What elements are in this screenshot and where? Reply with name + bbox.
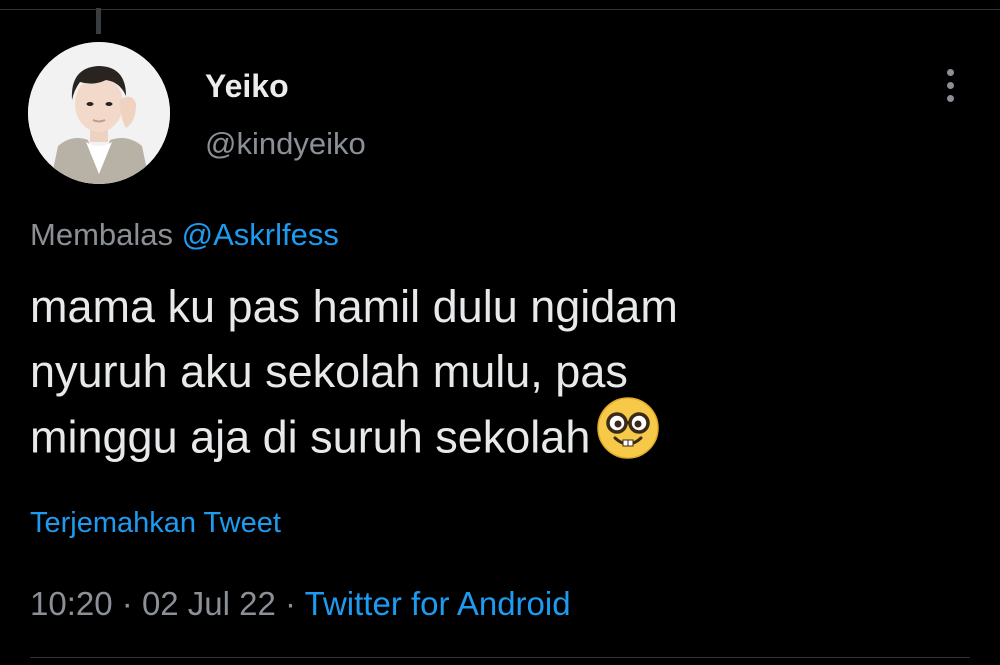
tweet-time[interactable]: 10:20	[30, 585, 113, 622]
more-options-button[interactable]	[930, 62, 970, 108]
tweet-text-line-last: minggu aja di suruh sekolah	[30, 397, 890, 469]
avatar-photo	[28, 42, 170, 184]
translate-tweet-link[interactable]: Terjemahkan Tweet	[30, 503, 281, 543]
tweet-text-line: mama ku pas hamil dulu ngidam	[30, 281, 678, 332]
more-vertical-icon-dot	[946, 81, 954, 89]
tweet-source-link[interactable]: Twitter for Android	[305, 585, 571, 622]
tweet-date[interactable]: 02 Jul 22	[142, 585, 276, 622]
author-handle[interactable]: @kindyeiko	[205, 124, 366, 164]
top-divider	[0, 0, 1000, 10]
reply-context: Membalas @Askrlfess	[30, 214, 339, 256]
bottom-divider	[30, 657, 970, 658]
tweet-text: mama ku pas hamil dulu ngidam nyuruh aku…	[30, 274, 890, 469]
more-vertical-icon	[946, 68, 954, 76]
nerd-face-icon	[596, 396, 660, 477]
thread-connector-line	[96, 8, 101, 34]
author-display-name[interactable]: Yeiko	[205, 66, 289, 106]
tweet-text-line: nyuruh aku sekolah mulu, pas	[30, 346, 628, 397]
tweet-text-line: minggu aja di suruh sekolah	[30, 411, 591, 463]
reply-prefix: Membalas	[30, 217, 173, 252]
reply-mention-link[interactable]: @Askrlfess	[182, 217, 339, 252]
meta-separator: ·	[121, 585, 133, 622]
more-vertical-icon-dot	[946, 94, 954, 102]
meta-separator: ·	[285, 585, 297, 622]
avatar[interactable]	[28, 42, 170, 184]
tweet-meta: 10:20 · 02 Jul 22 · Twitter for Android	[30, 582, 571, 626]
